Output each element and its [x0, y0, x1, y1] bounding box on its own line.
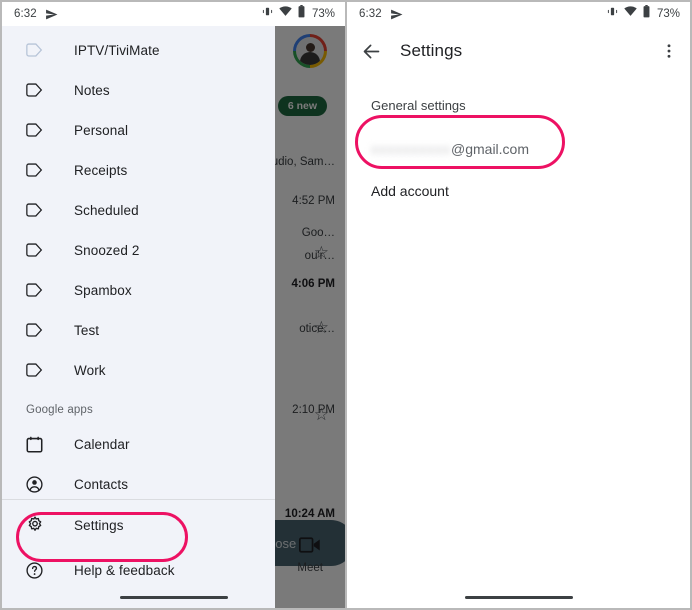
sidebar-item-help-feedback[interactable]: Help & feedback	[2, 550, 275, 590]
gesture-nav-bar[interactable]	[119, 596, 228, 599]
sidebar-item-label: Settings	[74, 517, 124, 533]
add-account-button[interactable]: Add account	[347, 171, 690, 199]
calendar-icon	[26, 436, 52, 453]
sidebar-item-label: Spambox	[74, 282, 132, 298]
sidebar-item-spambox[interactable]: Spambox	[2, 270, 275, 310]
general-settings-label: General settings	[371, 98, 466, 113]
label-icon	[26, 123, 52, 137]
label-icon	[26, 283, 52, 297]
sidebar-item-label: Work	[74, 362, 106, 378]
sidebar-item-label: Contacts	[74, 476, 129, 492]
sidebar-item-iptv-tivimate[interactable]: IPTV/TiviMate	[2, 30, 275, 70]
drawer-label-list: IPTV/TiviMate Notes Personal Receipts Sc…	[2, 26, 275, 504]
battery-percent: 73%	[311, 8, 335, 20]
status-icons-right: 73%	[606, 5, 680, 23]
sidebar-item-receipts[interactable]: Receipts	[2, 150, 275, 190]
status-bar-left: 6:32 73%	[2, 2, 345, 26]
sidebar-item-scheduled[interactable]: Scheduled	[2, 190, 275, 230]
sidebar-item-work[interactable]: Work	[2, 350, 275, 390]
right-phone-screen: 6:32 73% Settings General settings xxxxx…	[346, 0, 692, 610]
page-title: Settings	[400, 41, 463, 60]
vibrate-icon	[261, 5, 274, 23]
more-vertical-icon[interactable]	[660, 42, 678, 60]
sidebar-item-label: Help & feedback	[74, 562, 175, 578]
account-username-redacted: xxxxxxxxxx	[371, 141, 451, 157]
settings-appbar: Settings	[347, 26, 690, 76]
send-icon	[45, 8, 58, 21]
sidebar-item-label: IPTV/TiviMate	[74, 42, 160, 58]
back-arrow-icon[interactable]	[361, 41, 382, 62]
wifi-icon	[624, 5, 637, 23]
sidebar-item-personal[interactable]: Personal	[2, 110, 275, 150]
sidebar-item-test[interactable]: Test	[2, 310, 275, 350]
contacts-icon	[26, 475, 52, 493]
send-icon	[390, 8, 403, 21]
navigation-drawer: IPTV/TiviMate Notes Personal Receipts Sc…	[2, 26, 275, 608]
gesture-nav-bar[interactable]	[464, 596, 573, 599]
sidebar-item-label: Personal	[74, 122, 129, 138]
screenshot-stage: 6:32 73% IPTV/TiviMate Notes Personal Re…	[0, 0, 692, 610]
sidebar-item-label: Test	[74, 322, 100, 338]
sidebar-item-label: Receipts	[74, 162, 128, 178]
sidebar-item-settings[interactable]: Settings	[2, 500, 275, 550]
label-icon	[26, 203, 52, 217]
label-icon	[26, 43, 52, 57]
gear-icon	[26, 516, 52, 534]
sidebar-item-label: Scheduled	[74, 202, 139, 218]
sidebar-item-label: Calendar	[74, 436, 130, 452]
label-icon	[26, 243, 52, 257]
status-icons-left: 73%	[261, 5, 335, 23]
label-icon	[26, 363, 52, 377]
battery-percent: 73%	[656, 8, 680, 20]
label-icon	[26, 163, 52, 177]
sidebar-item-notes[interactable]: Notes	[2, 70, 275, 110]
status-clock: 6:32	[359, 8, 382, 20]
wifi-icon	[279, 5, 292, 23]
help-icon	[26, 561, 52, 579]
sidebar-item-label: Notes	[74, 82, 110, 98]
sidebar-item-calendar[interactable]: Calendar	[2, 424, 275, 464]
sidebar-item-snoozed[interactable]: Snoozed 2	[2, 230, 275, 270]
battery-icon	[297, 5, 306, 23]
label-icon	[26, 83, 52, 97]
left-phone-screen: 6:32 73% IPTV/TiviMate Notes Personal Re…	[0, 0, 346, 610]
account-domain: @gmail.com	[451, 141, 530, 157]
status-bar-right: 6:32 73%	[347, 2, 690, 26]
drawer-footer: Settings Help & feedback	[2, 493, 275, 590]
battery-icon	[642, 5, 651, 23]
status-clock: 6:32	[14, 8, 37, 20]
vibrate-icon	[606, 5, 619, 23]
account-row[interactable]: xxxxxxxxxx @gmail.com	[347, 127, 690, 171]
label-icon	[26, 323, 52, 337]
drawer-section-header: Google apps	[26, 404, 93, 416]
sidebar-item-label: Snoozed 2	[74, 242, 140, 258]
